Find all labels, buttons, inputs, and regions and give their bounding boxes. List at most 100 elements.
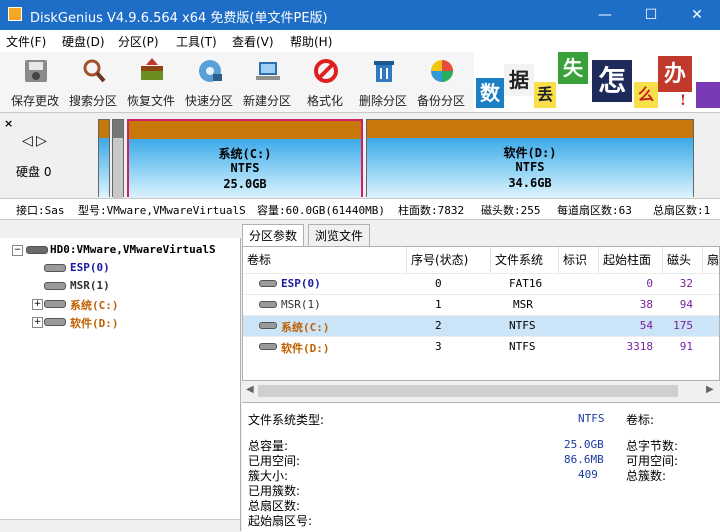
banner-char-4: 失 [558,52,588,84]
next-disk-button[interactable]: ▷ [36,133,47,149]
recover-files-label: 恢复文件 [126,94,175,108]
banner-char-3: 丢 [534,82,556,108]
disk-info-bar: 接口:Sas 型号:VMware,VMwareVirtualS 容量:60.0G… [0,198,720,220]
row-filesystem: MSR [513,298,533,311]
disk-total-sectors: 总扇区数:1 [653,204,711,217]
backup-partition-button[interactable]: 备份分区 [413,54,469,110]
tab-partition-params[interactable]: 分区参数 [242,224,305,247]
row-filesystem: NTFS [509,319,536,332]
trash-icon [374,61,394,82]
tree-item-msr[interactable]: MSR(1) [70,279,110,292]
disk-heads: 磁头数:255 [481,204,541,217]
minimize-button[interactable]: — [582,0,628,30]
search-partition-button[interactable]: 搜索分区 [65,54,121,110]
menu-file[interactable]: 文件(F) [6,33,46,50]
new-partition-label: 新建分区 [242,94,291,108]
row-index: 0 [435,277,442,290]
format-red-icon [314,59,338,83]
save-changes-button[interactable]: 保存更改 [7,54,63,110]
cluster-size-value: 409 [578,468,598,481]
quick-partition-label: 快速分区 [184,94,233,108]
disk-navigator: × ◁ ▷ 硬盘 0 [0,113,96,197]
col-id[interactable]: 标识 [559,247,599,273]
tree-header-space [0,220,240,238]
partition-icon [259,343,277,350]
partition-details: 文件系统类型: NTFS 卷标: 总容量: 25.0GB 总字节数: 已用空间:… [242,402,720,532]
new-partition-button[interactable]: 新建分区 [239,54,295,110]
close-button[interactable]: ✕ [674,0,720,30]
tree-item-esp[interactable]: ESP(0) [70,261,110,274]
title-bar: DiskGenius V4.9.6.564 x64 免费版(单文件PE版) — … [0,0,720,30]
tree-horizontal-scrollbar[interactable] [0,519,240,532]
col-sector[interactable]: 扇 [703,247,719,273]
col-index-status[interactable]: 序号(状态) [407,247,491,273]
fs-type-value: NTFS [578,412,605,425]
scrollbar-thumb[interactable] [258,385,678,397]
hard-disk-icon [26,246,48,254]
col-volume-label[interactable]: 卷标 [243,247,407,273]
partition-icon [259,301,277,308]
partition-table: 卷标 序号(状态) 文件系统 标识 起始柱面 磁头 扇 ESP(0) 0 FAT… [242,246,720,381]
table-row-selected[interactable]: 系统(C:) 2 NTFS 54 175 [243,315,719,336]
start-sector-label: 起始扇区号: [248,514,313,528]
prev-disk-button[interactable]: ◁ [22,133,33,149]
disk-cylinders: 柱面数:7832 [398,204,465,217]
format-button[interactable]: 格式化 [297,54,353,110]
banner-char-6: 么 [634,82,658,108]
recover-box-icon [141,58,163,80]
partition-d-fs: NTFS [515,160,545,174]
partition-block-esp[interactable] [98,119,110,198]
tree-expand-d[interactable]: + [32,317,43,328]
banner-char-8: ! [674,92,692,110]
recover-files-button[interactable]: 恢复文件 [123,54,179,110]
menu-partition[interactable]: 分区(P) [118,33,159,50]
disk-label: 硬盘 0 [16,165,52,179]
delete-partition-button[interactable]: 删除分区 [355,54,411,110]
scroll-right-icon[interactable]: ▶ [706,384,714,395]
row-start-cylinder: 3318 [626,340,654,353]
table-row[interactable]: MSR(1) 1 MSR 38 94 [243,294,719,315]
col-head[interactable]: 磁头 [663,247,703,273]
promo-banner[interactable]: 数 据 丢 失 怎 么 办 ! [474,52,720,112]
quick-partition-button[interactable]: 快速分区 [181,54,237,110]
menu-bar: 文件(F) 硬盘(D) 分区(P) 工具(T) 查看(V) 帮助(H) [0,30,720,52]
table-row[interactable]: 软件(D:) 3 NTFS 3318 91 [243,336,719,357]
tree-item-d[interactable]: 软件(D:) [70,315,119,331]
col-filesystem[interactable]: 文件系统 [491,247,559,273]
collapse-icon[interactable]: × [4,117,13,130]
partition-icon [259,280,277,287]
col-start-cylinder[interactable]: 起始柱面 [599,247,663,273]
row-head: 91 [679,340,693,353]
row-volume-label: ESP(0) [281,277,321,290]
partition-block-d[interactable]: 软件(D:) NTFS 34.6GB [366,119,694,198]
tree-expand-c[interactable]: + [32,299,43,310]
menu-help[interactable]: 帮助(H) [290,33,332,50]
partition-bar: 系统(C:) NTFS 25.0GB 软件(D:) NTFS 34.6GB [98,119,720,199]
maximize-button[interactable]: ☐ [628,0,674,30]
pie-backup-icon [431,60,453,82]
scroll-left-icon[interactable]: ◀ [246,384,254,395]
partition-d-name: 软件(D:) [503,146,557,160]
row-head: 175 [673,319,693,332]
table-row[interactable]: ESP(0) 0 FAT16 0 32 [243,273,719,294]
partition-c-size: 25.0GB [223,177,267,191]
partition-icon [44,300,66,308]
magnifier-icon [83,59,106,83]
banner-decor [696,82,720,108]
disk-quick-icon [199,60,222,82]
menu-view[interactable]: 查看(V) [232,33,274,50]
row-volume-label: 软件(D:) [281,342,330,355]
menu-tools[interactable]: 工具(T) [176,33,217,50]
tree-collapse-disk[interactable]: − [12,245,23,256]
partition-block-msr[interactable] [112,119,124,198]
partition-d-size: 34.6GB [508,176,552,190]
tree-item-c[interactable]: 系统(C:) [70,297,119,313]
tab-browse-files[interactable]: 浏览文件 [308,224,371,247]
row-start-cylinder: 54 [639,319,653,332]
tree-disk-node[interactable]: HD0:VMware,VMwareVirtualS [50,243,216,256]
disk-model: 型号:VMware,VMwareVirtualS [78,204,246,217]
partition-c-fs: NTFS [230,161,260,175]
delete-partition-label: 删除分区 [358,94,407,108]
menu-disk[interactable]: 硬盘(D) [62,33,105,50]
partition-block-c[interactable]: 系统(C:) NTFS 25.0GB [127,119,363,199]
